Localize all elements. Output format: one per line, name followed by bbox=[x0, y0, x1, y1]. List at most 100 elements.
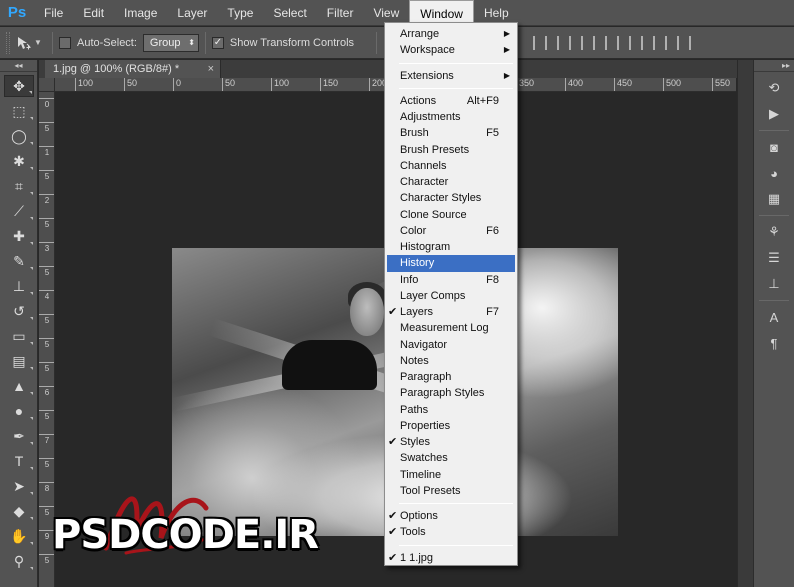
tool-list: ✥ ⬚ ◯ ✱ ⌗ ⟋ ✚ ✎ ⊥ ↺ ▭ ▤ ▲ ● ✒ T ➤ ◆ ✋ ⚲ bbox=[0, 75, 37, 572]
menu-item-label: Navigator bbox=[400, 338, 448, 351]
paragraph-icon[interactable]: ¶ bbox=[762, 333, 786, 353]
menu-item-channels[interactable]: Channels bbox=[385, 158, 517, 174]
watermark-text: PSDCODE.IR bbox=[52, 512, 319, 558]
history-icon[interactable]: ⟲ bbox=[762, 78, 786, 98]
panel-grip[interactable] bbox=[737, 60, 753, 587]
menu-item-1-1-jpg[interactable]: ✔ 1 1.jpg bbox=[385, 550, 517, 566]
menu-layer[interactable]: Layer bbox=[167, 0, 217, 26]
auto-select-checkbox[interactable] bbox=[59, 36, 71, 49]
menu-item-layer-comps[interactable]: Layer Comps bbox=[385, 288, 517, 304]
menu-item-swatches[interactable]: Swatches bbox=[385, 450, 517, 466]
pen-icon[interactable]: ✒ bbox=[4, 425, 34, 447]
separator bbox=[204, 31, 206, 54]
marquee-icon[interactable]: ⬚ bbox=[4, 100, 34, 122]
menu-item-label: Tools bbox=[400, 526, 426, 539]
menu-item-workspace[interactable]: Workspace ▶ bbox=[385, 42, 517, 58]
crop-icon[interactable]: ⌗ bbox=[4, 175, 34, 197]
menu-item-options[interactable]: ✔ Options bbox=[385, 508, 517, 524]
menu-item-info[interactable]: Info F8 bbox=[385, 272, 517, 288]
magic-wand-icon[interactable]: ✱ bbox=[4, 150, 34, 172]
distribute-icon[interactable] bbox=[677, 35, 692, 50]
menu-item-character[interactable]: Character bbox=[385, 174, 517, 190]
align-vcenter-icon[interactable] bbox=[557, 35, 572, 50]
menu-type[interactable]: Type bbox=[217, 0, 263, 26]
brush-icon[interactable]: ✎ bbox=[4, 250, 34, 272]
menu-item-navigator[interactable]: Navigator bbox=[385, 337, 517, 353]
blur-icon[interactable]: ▲ bbox=[4, 375, 34, 397]
actions-play-icon[interactable]: ▶ bbox=[762, 104, 786, 124]
adjustments-icon[interactable]: ⚘ bbox=[762, 222, 786, 242]
menu-item-extensions[interactable]: Extensions ▶ bbox=[385, 68, 517, 84]
lasso-icon[interactable]: ◯ bbox=[4, 125, 34, 147]
menu-item-styles[interactable]: ✔ Styles bbox=[385, 434, 517, 450]
healing-brush-icon[interactable]: ✚ bbox=[4, 225, 34, 247]
path-selection-icon[interactable]: ➤ bbox=[4, 475, 34, 497]
menu-item-label: Paths bbox=[400, 403, 429, 416]
shape-icon[interactable]: ◆ bbox=[4, 500, 34, 522]
document-tab[interactable]: 1.jpg @ 100% (RGB/8#) * × bbox=[45, 60, 221, 78]
menu-item-measurement-log[interactable]: Measurement Log bbox=[385, 320, 517, 336]
eyedropper-icon[interactable]: ⟋ bbox=[4, 200, 34, 222]
menu-item-tool-presets[interactable]: Tool Presets bbox=[385, 483, 517, 499]
align-buttons bbox=[533, 35, 692, 50]
menu-item-label: Character Styles bbox=[400, 192, 482, 205]
menu-item-clone-source[interactable]: Clone Source bbox=[385, 207, 517, 223]
dodge-icon[interactable]: ● bbox=[4, 400, 34, 422]
tool-preset-picker[interactable]: ▼ bbox=[16, 35, 46, 51]
align-right-icon[interactable] bbox=[653, 35, 668, 50]
menu-item-notes[interactable]: Notes bbox=[385, 353, 517, 369]
show-transform-checkbox[interactable]: ✓ bbox=[211, 36, 224, 49]
photo-figure-torso bbox=[282, 340, 377, 390]
menu-item-timeline[interactable]: Timeline bbox=[385, 467, 517, 483]
zoom-icon[interactable]: ⚲ bbox=[4, 550, 34, 572]
swatches-grid-icon[interactable]: ▦ bbox=[762, 189, 786, 209]
checkmark-icon: ✔ bbox=[388, 510, 398, 522]
menu-item-history[interactable]: History bbox=[387, 255, 515, 272]
menu-item-color[interactable]: Color F6 bbox=[385, 223, 517, 239]
ruler-origin[interactable] bbox=[39, 78, 55, 92]
gradient-icon[interactable]: ▤ bbox=[4, 350, 34, 372]
menu-filter[interactable]: Filter bbox=[317, 0, 364, 26]
menu-item-paths[interactable]: Paths bbox=[385, 402, 517, 418]
menu-item-brush[interactable]: Brush F5 bbox=[385, 125, 517, 141]
checkmark-icon: ✔ bbox=[388, 436, 398, 448]
eraser-icon[interactable]: ▭ bbox=[4, 325, 34, 347]
menu-edit[interactable]: Edit bbox=[73, 0, 114, 26]
align-bottom-icon[interactable] bbox=[581, 35, 596, 50]
sliders-icon[interactable]: ☰ bbox=[762, 248, 786, 268]
move-icon[interactable]: ✥ bbox=[4, 75, 34, 97]
group-select-value: Group bbox=[149, 36, 181, 49]
align-left-icon[interactable] bbox=[605, 35, 620, 50]
menu-item-tools[interactable]: ✔ Tools bbox=[385, 524, 517, 540]
history-brush-icon[interactable]: ↺ bbox=[4, 300, 34, 322]
menu-select[interactable]: Select bbox=[263, 0, 316, 26]
color-palette-icon[interactable]: ◕ bbox=[762, 163, 786, 183]
menu-file[interactable]: File bbox=[34, 0, 73, 26]
clone-stamp-icon[interactable]: ⊥ bbox=[4, 275, 34, 297]
menu-item-paragraph-styles[interactable]: Paragraph Styles bbox=[385, 385, 517, 401]
menu-item-paragraph[interactable]: Paragraph bbox=[385, 369, 517, 385]
document-tab-title: 1.jpg @ 100% (RGB/8#) * bbox=[53, 63, 180, 75]
stamp-icon[interactable]: ⊥ bbox=[762, 274, 786, 294]
menu-image[interactable]: Image bbox=[114, 0, 167, 26]
character-icon[interactable]: A bbox=[762, 307, 786, 327]
options-grip[interactable] bbox=[6, 31, 10, 54]
align-hcenter-icon[interactable] bbox=[629, 35, 644, 50]
menu-item-histogram[interactable]: Histogram bbox=[385, 239, 517, 255]
align-top-icon[interactable] bbox=[533, 35, 548, 50]
menu-item-adjustments[interactable]: Adjustments bbox=[385, 109, 517, 125]
menu-item-properties[interactable]: Properties bbox=[385, 418, 517, 434]
menu-item-arrange[interactable]: Arrange ▶ bbox=[385, 26, 517, 42]
menu-separator bbox=[399, 62, 513, 64]
menu-item-layers[interactable]: ✔ Layers F7 bbox=[385, 304, 517, 320]
close-icon[interactable]: × bbox=[208, 60, 214, 78]
camera-icon[interactable]: ◙ bbox=[762, 137, 786, 157]
menu-item-brush-presets[interactable]: Brush Presets bbox=[385, 142, 517, 158]
hand-icon[interactable]: ✋ bbox=[4, 525, 34, 547]
collapse-toolbox-button[interactable]: ◂◂ bbox=[0, 60, 37, 72]
auto-select-target-dropdown[interactable]: Group ⬍ bbox=[142, 33, 199, 52]
type-icon[interactable]: T bbox=[4, 450, 34, 472]
menu-item-character-styles[interactable]: Character Styles bbox=[385, 190, 517, 206]
expand-panels-button[interactable]: ▸▸ bbox=[754, 60, 794, 72]
menu-item-actions[interactable]: Actions Alt+F9 bbox=[385, 93, 517, 109]
